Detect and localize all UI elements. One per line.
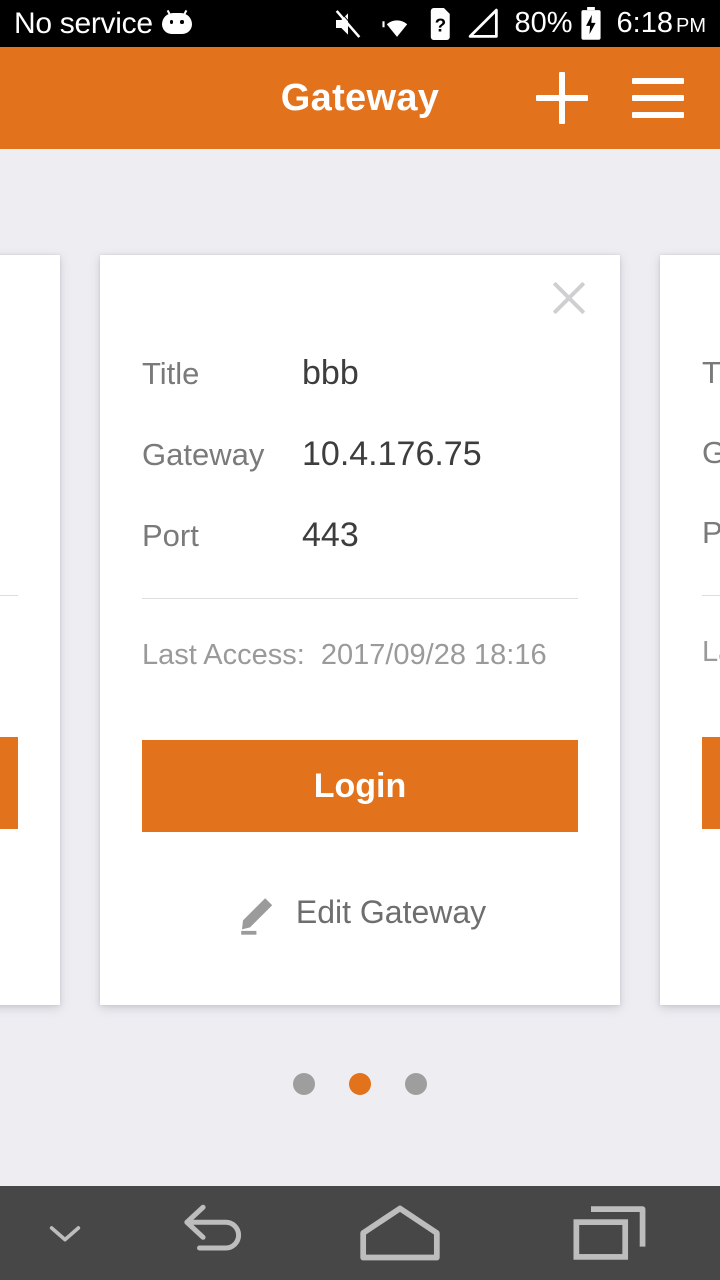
card-divider: [142, 598, 578, 599]
home-icon: [360, 1205, 440, 1261]
clock-ampm: PM: [676, 15, 706, 37]
gateway-label: Gateway: [142, 437, 265, 472]
clock: 6:18 PM: [617, 9, 706, 38]
volume-mute-icon: [335, 8, 361, 38]
battery-percent-label: 80%: [514, 7, 573, 39]
recent-apps-icon: [573, 1206, 646, 1260]
gateway-card-active[interactable]: Title bbb Gateway 10.4.176.75 Port 443 L…: [100, 255, 620, 1005]
port-value: 443: [302, 516, 359, 554]
edit-gateway-button[interactable]: Edit Gateway: [142, 888, 578, 936]
svg-text:?: ?: [434, 15, 446, 36]
wifi-icon: [381, 19, 407, 37]
close-x-icon[interactable]: [540, 269, 598, 327]
login-button[interactable]: Login: [702, 737, 720, 829]
edit-gateway-label: Edit Gateway: [295, 893, 487, 930]
status-bar-left: No service: [14, 6, 192, 40]
last-access-row: Last Access:: [702, 636, 720, 669]
pencil-edit-icon: [241, 898, 273, 935]
carrier-label: No service: [14, 6, 153, 40]
gateway-label: Gateway: [702, 435, 720, 470]
login-button[interactable]: Login: [0, 737, 18, 829]
plus-icon[interactable]: [536, 72, 588, 124]
nav-hide-keyboard-button[interactable]: [0, 1219, 130, 1247]
last-access-row: Last Access:: [0, 636, 18, 669]
page-dot-3[interactable]: [405, 1073, 427, 1095]
field-row-port: Port: [0, 513, 18, 553]
chevron-down-icon: [49, 1226, 81, 1242]
sim-card-unknown-icon: ?: [430, 7, 450, 40]
last-access-label: Last Access:: [702, 636, 720, 668]
page-indicator: [0, 1073, 720, 1095]
page-dot-2[interactable]: [349, 1073, 371, 1095]
back-arrow-icon: [184, 1204, 242, 1251]
clock-time: 6:18: [616, 7, 673, 39]
battery-charging-icon: [580, 6, 601, 40]
title-label: Title: [142, 356, 200, 391]
last-access-row: Last Access: 2017/09/28 18:16: [142, 639, 578, 672]
card-divider: [0, 595, 18, 596]
card-divider: [702, 595, 720, 596]
page-dot-1[interactable]: [293, 1073, 315, 1095]
title-value: bbb: [302, 354, 359, 392]
edit-gateway-button[interactable]: Edit Gateway: [0, 885, 18, 933]
field-row-gateway: Gateway: [702, 433, 720, 473]
field-row-title: Title: [0, 353, 18, 393]
field-row-port: Port 443: [142, 515, 578, 556]
field-row-gateway: Gateway 10.4.176.75: [142, 434, 578, 475]
gateway-card-next[interactable]: Title Gateway Port Last Access: Login: [660, 255, 720, 1005]
android-navigation-bar: [0, 1186, 720, 1280]
title-label: Title: [702, 355, 720, 390]
gateway-card-previous[interactable]: Title Gateway Port Last Access: Login: [0, 255, 60, 1005]
android-head-icon: [161, 9, 192, 34]
port-label: Port: [702, 515, 720, 550]
port-label: Port: [142, 518, 199, 553]
login-button[interactable]: Login: [142, 740, 578, 832]
field-row-port: Port: [702, 513, 720, 553]
last-access-label: Last Access:: [142, 639, 305, 671]
field-row-gateway: Gateway: [0, 433, 18, 473]
app-bar: Gateway: [0, 47, 720, 149]
field-row-title: Title bbb: [142, 353, 578, 394]
field-row-title: Title: [702, 353, 720, 393]
phone-screen: No service ? 80% 6:18 PM Gateway Title b…: [0, 0, 720, 1280]
edit-gateway-button[interactable]: Edit Gateway: [702, 885, 720, 933]
last-access-value: 2017/09/28 18:16: [320, 639, 547, 671]
nav-home-button[interactable]: [300, 1203, 500, 1263]
status-bar-right: ? 80% 6:18 PM: [331, 6, 706, 41]
nav-recent-apps-button[interactable]: [500, 1203, 720, 1263]
nav-back-button[interactable]: [130, 1202, 300, 1264]
gateway-card-carousel[interactable]: Title Gateway Port Last Access: Login: [0, 255, 720, 1007]
cell-signal-empty-icon: [468, 8, 498, 38]
app-bar-actions: [536, 72, 720, 124]
gateway-value: 10.4.176.75: [302, 435, 482, 473]
status-bar: No service ? 80% 6:18 PM: [0, 0, 720, 47]
hamburger-menu-icon[interactable]: [632, 78, 684, 118]
